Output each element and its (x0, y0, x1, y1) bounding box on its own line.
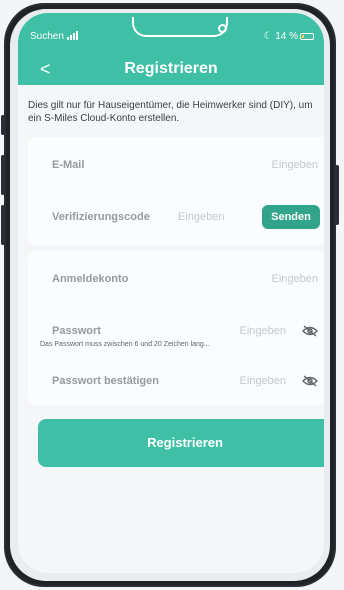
code-label: Verifizierungscode (52, 211, 150, 223)
status-right: ☾ 14 % (263, 31, 314, 42)
verification-card: E-Mail Eingeben Verifizierungscode Einge… (28, 137, 324, 245)
page-title: Registrieren (124, 60, 218, 77)
diy-notice: Dies gilt nur für Hauseigentümer, die He… (28, 100, 313, 124)
account-input[interactable]: Eingeben (272, 273, 319, 285)
send-code-button[interactable]: Senden (262, 205, 320, 229)
side-button-silent (1, 115, 5, 135)
status-carrier: Suchen (30, 31, 79, 43)
moon-icon: ☾ (263, 31, 273, 42)
password-label: Passwort (52, 325, 101, 337)
account-card: Anmeldekonto Eingeben Passwort Eingeben … (28, 251, 324, 405)
battery-percent: 14 % (275, 31, 298, 42)
password-input[interactable]: Eingeben (240, 325, 287, 337)
code-input[interactable]: Eingeben (178, 211, 225, 223)
confirm-input[interactable]: Eingeben (240, 375, 287, 387)
phone-bezel: Suchen ☾ 14 % < Registrieren Dies gilt n… (10, 9, 330, 581)
email-input[interactable]: Eingeben (272, 159, 319, 171)
side-button-power (335, 165, 339, 225)
eye-off-icon[interactable] (302, 375, 318, 387)
register-button[interactable]: Registrieren (38, 419, 324, 467)
battery-icon (300, 33, 314, 40)
side-button-volume-down (1, 205, 5, 245)
notch-outline (132, 17, 228, 37)
app-screen: Suchen ☾ 14 % < Registrieren Dies gilt n… (18, 13, 324, 573)
camera-icon (218, 24, 227, 33)
header-bar: Suchen ☾ 14 % < Registrieren (18, 13, 324, 85)
side-button-volume-up (1, 155, 5, 195)
eye-off-icon[interactable] (302, 325, 318, 337)
phone-frame: Suchen ☾ 14 % < Registrieren Dies gilt n… (1, 3, 339, 587)
email-label: E-Mail (52, 159, 85, 171)
password-hint: Das Passwort muss zwischen 6 und 20 Zeic… (40, 341, 210, 348)
confirm-label: Passwort bestätigen (52, 375, 159, 387)
signal-icon (66, 31, 79, 43)
account-label: Anmeldekonto (52, 273, 129, 285)
nav-bar: < Registrieren (18, 57, 324, 83)
